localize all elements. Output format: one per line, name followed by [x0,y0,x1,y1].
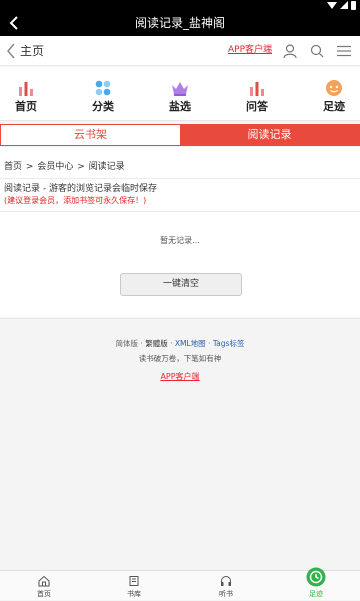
book-icon [129,576,139,586]
bottom-nav-home[interactable]: 首页 [14,571,74,601]
battery-icon [351,0,356,10]
crown-icon [172,82,188,96]
login-warning-text: (建议登录会员，添加书签可永久保存！) [4,196,147,205]
simplified-link[interactable]: 简体版 [116,339,139,348]
status-icons [327,0,356,10]
breadcrumb: 首页 > 会员中心 > 阅读记录 [4,161,125,173]
empty-state-text: 暂无记录... [160,236,200,245]
home-link[interactable]: 主页 [20,43,44,59]
footer-dot: · [140,339,143,348]
status-bar [0,0,360,10]
tab-reading-history[interactable]: 阅读记录 [180,125,359,145]
nav-item-label: 足迹 [323,100,345,113]
xml-map-link[interactable]: XML地图 [175,339,206,348]
divider [0,178,360,179]
site-header: 主页 APP客户端 [0,36,360,66]
site-footer: 简体版 · 繁體版 · XML地图 · Tags标签 读书破万卷，下笔如有神 A… [0,318,360,422]
tags-link[interactable]: Tags标签 [213,339,245,348]
nav-item-qa[interactable]: 问答 [227,67,287,121]
nav-item-home[interactable]: 首页 [0,67,56,121]
traditional-link[interactable]: 繁體版 [145,339,168,348]
user-icon[interactable] [282,43,298,59]
history-panel: 首页 > 会员中心 > 阅读记录 阅读记录 - 游客的浏览记录会临时保存 (建议… [0,147,360,317]
grid-dots-icon [95,80,111,96]
nav-item-label: 盐选 [169,100,191,113]
bottom-nav-audiobook[interactable]: 听书 [196,571,256,601]
bottom-nav-label: 足迹 [309,590,323,598]
nav-item-label: 分类 [92,100,114,113]
nav-item-label: 首页 [15,100,37,113]
bar-chart-icon [19,82,33,96]
headphones-icon [221,576,231,586]
face-icon [326,80,342,96]
bottom-nav-label: 首页 [37,590,51,598]
breadcrumb-home[interactable]: 首页 [4,162,22,172]
footer-links: 简体版 · 繁體版 · XML地图 · Tags标签 [0,339,360,349]
house-icon [38,575,50,587]
breadcrumb-member[interactable]: 会员中心 [37,162,73,172]
bottom-nav: 首页 书库 听书 足迹 [0,567,360,601]
signal-icon [340,1,348,9]
breadcrumb-current: 阅读记录 [88,162,125,172]
history-info-text: 阅读记录 - 游客的浏览记录会临时保存 [4,184,157,194]
footer-app-link[interactable]: APP客户端 [0,371,360,382]
breadcrumb-separator: > [25,162,34,172]
page-title: 阅读记录_盐神阁 [134,16,225,30]
nav-item-select[interactable]: 盐选 [150,67,210,121]
title-bar: 阅读记录_盐神阁 [0,10,360,36]
bottom-nav-label: 书库 [127,590,141,598]
footer-dot: · [208,339,211,348]
footer-slogan: 读书破万卷，下笔如有神 [138,354,222,363]
category-nav: 首页 分类 盐选 问答 足迹 [0,67,360,121]
breadcrumb-separator: > [77,162,85,172]
bottom-nav-footprint[interactable]: 足迹 [286,567,346,601]
chevron-left-icon[interactable] [5,42,17,60]
nav-item-label: 问答 [246,100,268,113]
search-icon[interactable] [309,43,325,59]
wifi-icon [327,1,337,9]
history-clock-icon [306,567,326,587]
nav-item-category[interactable]: 分类 [73,67,133,121]
app-client-link[interactable]: APP客户端 [228,44,272,56]
clear-all-button[interactable]: 一键清空 [120,273,242,296]
bottom-nav-library[interactable]: 书库 [104,571,164,601]
bottom-nav-label: 听书 [219,590,233,598]
footer-dot: · [170,339,173,348]
nav-item-footprint[interactable]: 足迹 [304,67,360,121]
bar-chart-icon [250,82,264,96]
bookshelf-tabs: 云书架 阅读记录 [0,124,360,146]
tab-cloud-bookshelf[interactable]: 云书架 [1,125,180,145]
divider [0,211,360,212]
menu-icon[interactable] [336,43,352,59]
